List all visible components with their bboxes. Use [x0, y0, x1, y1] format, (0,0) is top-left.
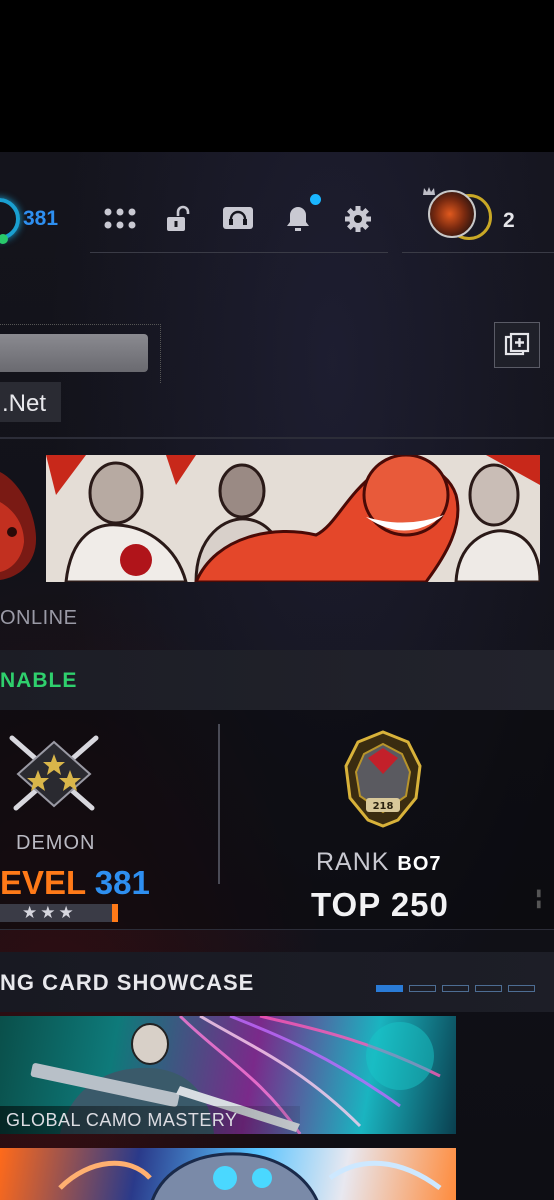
- showcase-card-1-label: GLOBAL CAMO MASTERY: [6, 1110, 238, 1130]
- headset-icon[interactable]: [220, 202, 256, 236]
- prestige-title: DEMON: [16, 832, 96, 854]
- pager-dot-2[interactable]: [409, 985, 436, 992]
- pager-dot-5[interactable]: [508, 985, 535, 992]
- level-word: EVEL: [0, 864, 86, 901]
- stats-divider: [218, 724, 220, 884]
- player-level-count: 381: [23, 207, 59, 230]
- unlock-icon[interactable]: [160, 202, 196, 236]
- level-number: 381: [94, 864, 150, 901]
- showcase-title: NG CARD SHOWCASE: [0, 970, 255, 995]
- section-divider-2: [0, 929, 554, 930]
- calling-card-art: [46, 455, 540, 582]
- online-status: ONLINE: [0, 607, 78, 629]
- emblem-image: [0, 472, 37, 580]
- rank-badge-number: 218: [373, 801, 394, 812]
- showcase-card-2[interactable]: [0, 1148, 456, 1200]
- calling-card[interactable]: [46, 455, 540, 582]
- rank-game: BO7: [397, 853, 442, 875]
- prestige-stars: ★★★: [22, 903, 77, 922]
- crown-icon: [423, 187, 435, 195]
- bell-icon[interactable]: [280, 202, 316, 236]
- player-level: EVEL 381: [0, 864, 150, 902]
- online-indicator: [0, 234, 8, 244]
- profile-screen: 381 2 .Net ONLINE NABLE DEMON EVEL 381 ★…: [0, 152, 554, 1200]
- grid-icon[interactable]: [102, 202, 138, 236]
- status-band: [0, 650, 554, 710]
- top-bar: 381 2: [0, 152, 554, 262]
- rank-label: RANK BO7: [316, 848, 442, 877]
- rank-badge-icon[interactable]: 218: [338, 728, 428, 830]
- enable-label: NABLE: [0, 669, 78, 692]
- add-copy-button[interactable]: [494, 322, 540, 368]
- player-name-field[interactable]: [0, 334, 148, 372]
- toolbar-divider: [90, 252, 388, 253]
- add-copy-icon: [504, 332, 530, 356]
- platform-tag-label: .Net: [2, 390, 47, 417]
- pager-dot-4[interactable]: [475, 985, 502, 992]
- prestige-emblem-icon[interactable]: [4, 730, 104, 820]
- gear-icon[interactable]: [340, 202, 376, 236]
- rank-word: RANK: [316, 848, 390, 876]
- prestige-progress-fill: [112, 904, 118, 922]
- showcase-card-2-art: [58, 1152, 442, 1200]
- pager-dot-1[interactable]: [376, 985, 403, 992]
- currency-icon[interactable]: [428, 190, 476, 238]
- currency-count: 2: [503, 209, 515, 232]
- rank-position: TOP 250: [311, 886, 449, 923]
- pager-dot-3[interactable]: [442, 985, 469, 992]
- notification-badge: [310, 194, 321, 205]
- currency-divider: [402, 252, 554, 253]
- showcase-pager[interactable]: [376, 985, 535, 992]
- section-divider: [0, 437, 554, 439]
- scroll-hint: ▮ ▮: [536, 888, 542, 910]
